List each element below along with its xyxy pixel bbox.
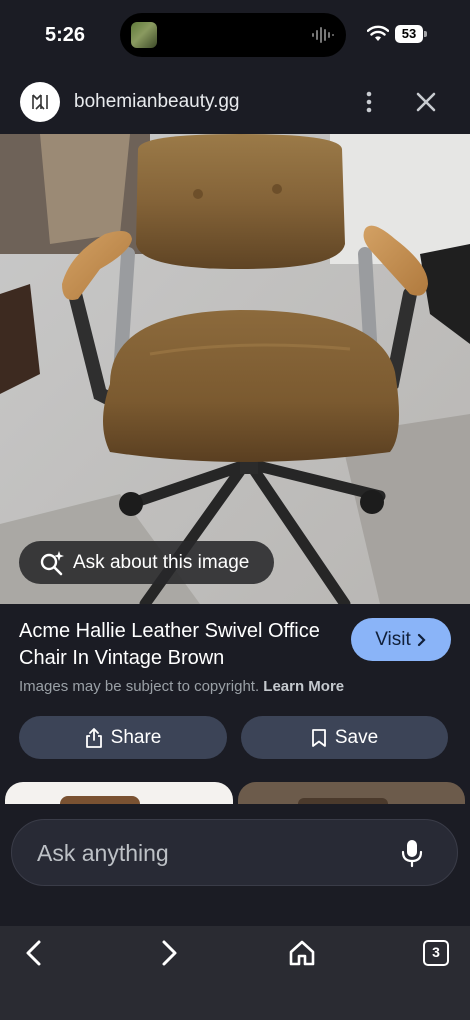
ask-anything-input[interactable]: Ask anything — [11, 819, 458, 886]
site-logo-mark-icon — [32, 94, 48, 110]
ask-about-image-button[interactable]: Ask about this image — [19, 541, 274, 584]
chevron-right-icon — [417, 633, 426, 646]
close-icon[interactable] — [412, 88, 440, 116]
share-label: Share — [110, 726, 162, 748]
more-vertical-icon[interactable] — [357, 88, 381, 116]
visit-label: Visit — [375, 628, 411, 650]
audio-waveform-icon — [312, 27, 334, 43]
chair-photo — [0, 134, 470, 604]
battery-level: 53 — [395, 25, 423, 43]
share-icon — [85, 727, 102, 748]
result-title[interactable]: Acme Hallie Leather Swivel Office Chair … — [19, 618, 339, 672]
product-image[interactable] — [0, 134, 470, 604]
ask-placeholder: Ask anything — [37, 840, 169, 866]
site-logo[interactable] — [20, 82, 60, 122]
ask-about-image-label: Ask about this image — [73, 551, 250, 573]
microphone-icon[interactable] — [400, 838, 424, 868]
tabs-icon[interactable]: 3 — [423, 940, 449, 966]
home-icon[interactable] — [287, 938, 317, 968]
now-playing-thumbnail — [131, 22, 157, 48]
ask-panel: Ask anything — [0, 804, 470, 926]
learn-more-link[interactable]: Learn More — [263, 678, 344, 695]
status-bar: 5:26 53 — [0, 0, 470, 70]
bookmark-icon — [311, 728, 326, 747]
browser-toolbar: 3 — [0, 926, 470, 1020]
site-header: bohemianbeauty.gg — [0, 70, 470, 134]
save-button[interactable]: Save — [241, 716, 448, 759]
wifi-icon — [367, 25, 389, 41]
lens-sparkle-icon — [40, 550, 64, 575]
visit-button[interactable]: Visit — [351, 618, 451, 661]
share-button[interactable]: Share — [19, 716, 227, 759]
copyright-notice: Images may be subject to copyright. Lear… — [19, 678, 344, 695]
save-label: Save — [334, 726, 379, 748]
forward-icon[interactable] — [153, 938, 183, 968]
back-icon[interactable] — [20, 938, 50, 968]
site-name[interactable]: bohemianbeauty.gg — [74, 91, 240, 113]
copyright-text: Images may be subject to copyright. — [19, 678, 260, 695]
status-time: 5:26 — [45, 24, 86, 46]
battery-icon: 53 — [395, 25, 427, 43]
dynamic-island[interactable] — [120, 13, 346, 57]
